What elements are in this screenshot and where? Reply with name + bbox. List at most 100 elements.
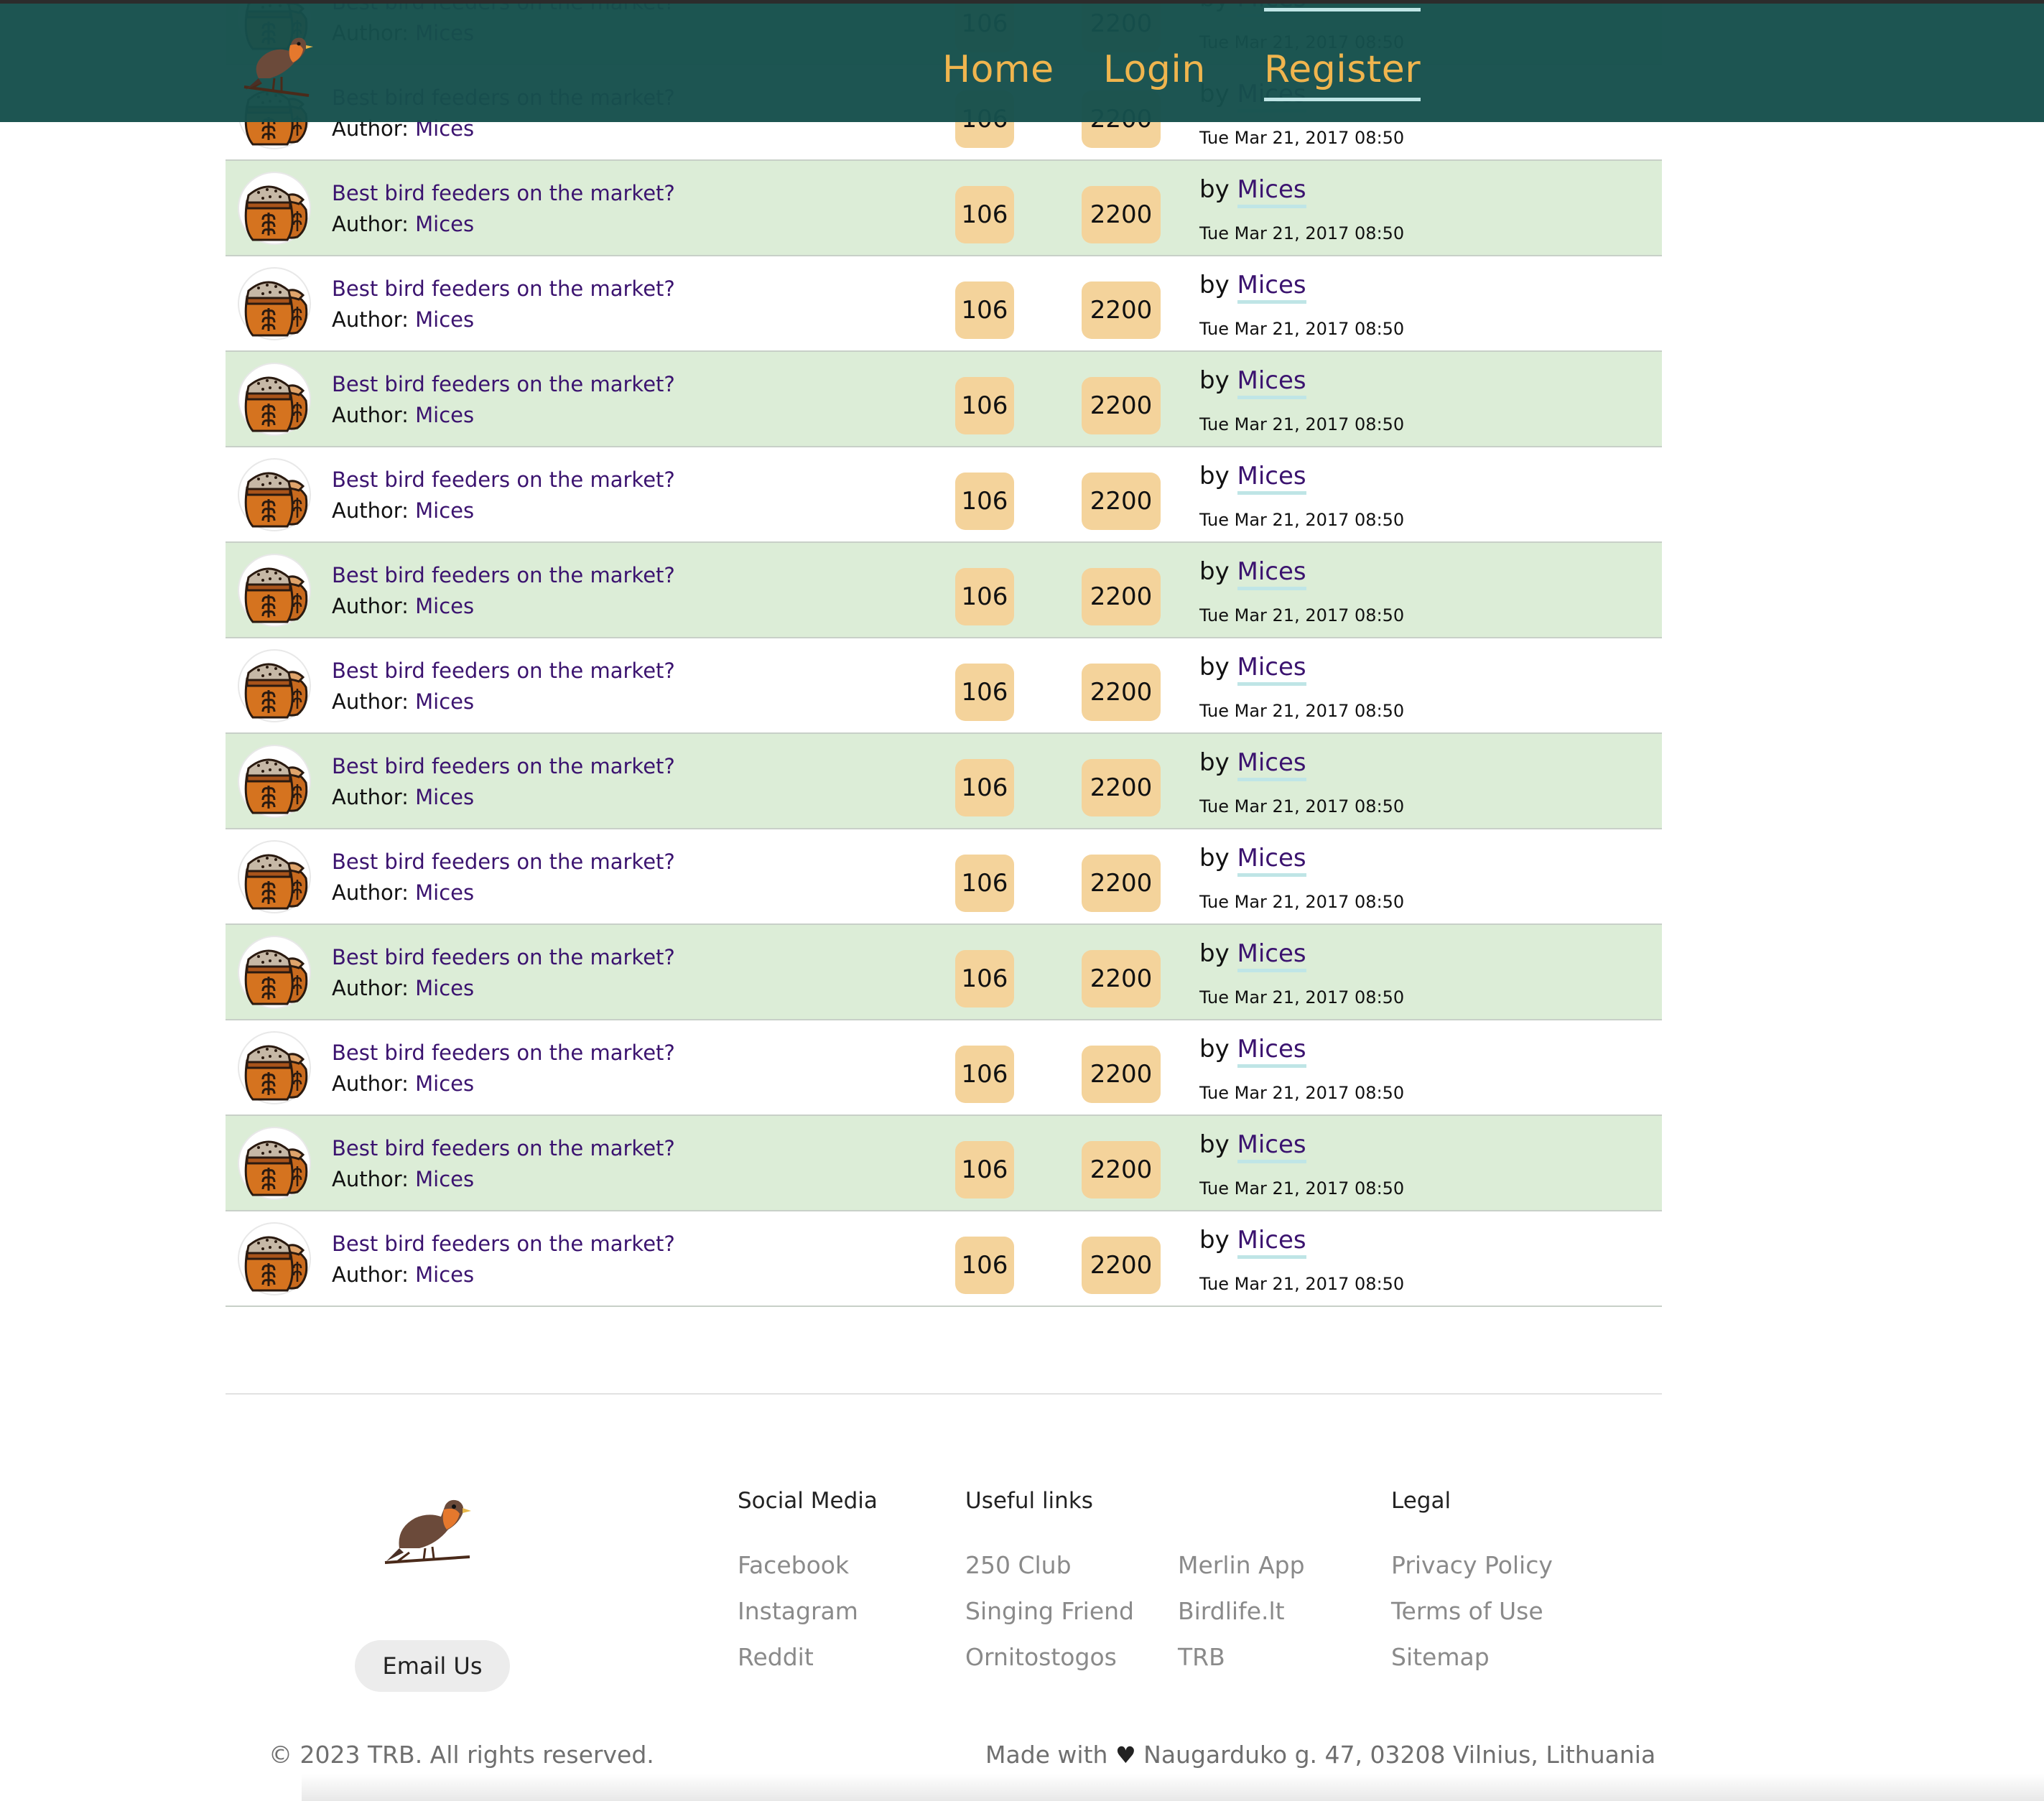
author-link[interactable]: Mices (415, 498, 474, 523)
topic-author: Author: Mices (332, 212, 474, 236)
replies-count-badge: 106 (955, 1237, 1014, 1294)
footer-link-250-club[interactable]: 250 Club (965, 1551, 1072, 1579)
topic-title-link[interactable]: Best bird feeders on the market? (332, 658, 675, 683)
author-link[interactable]: Mices (415, 212, 474, 236)
last-post-by: by Mices (1199, 175, 1306, 208)
author-link[interactable]: Mices (415, 307, 474, 332)
topic-row: Best bird feeders on the market? Author:… (226, 256, 1662, 352)
footer-link-singing-friend[interactable]: Singing Friend (965, 1597, 1134, 1625)
last-post-user-link[interactable]: Mices (1237, 1035, 1306, 1068)
last-post-user-link[interactable]: Mices (1237, 653, 1306, 686)
seed-sack-icon (238, 1222, 311, 1295)
footer-link-facebook[interactable]: Facebook (738, 1551, 849, 1579)
author-link[interactable]: Mices (415, 403, 474, 427)
topic-title-link[interactable]: Best bird feeders on the market? (332, 945, 675, 969)
topic-row: Best bird feeders on the market? Author:… (226, 1116, 1662, 1211)
replies-count-badge: 106 (955, 377, 1014, 434)
footer-link-instagram[interactable]: Instagram (738, 1597, 858, 1625)
footer-link-merlin-app[interactable]: Merlin App (1178, 1551, 1305, 1579)
author-link[interactable]: Mices (415, 594, 474, 618)
robin-bird-icon[interactable] (237, 21, 316, 107)
by-label: by (1199, 1035, 1230, 1064)
topic-title-link[interactable]: Best bird feeders on the market? (332, 754, 675, 778)
author-label: Author: (332, 1167, 409, 1191)
last-post-date: Tue Mar 21, 2017 08:50 (1199, 128, 1405, 148)
useful-links-heading: Useful links (965, 1488, 1093, 1514)
last-post-user-link[interactable]: Mices (1237, 1226, 1306, 1259)
author-link[interactable]: Mices (415, 689, 474, 714)
topic-title-link[interactable]: Best bird feeders on the market? (332, 467, 675, 492)
topic-row: Best bird feeders on the market? Author:… (226, 1020, 1662, 1116)
topic-title-link[interactable]: Best bird feeders on the market? (332, 276, 675, 301)
last-post-user-link[interactable]: Mices (1237, 748, 1306, 781)
views-count-badge: 2200 (1082, 664, 1161, 721)
author-link[interactable]: Mices (415, 880, 474, 905)
nav-register[interactable]: Register (1264, 8, 1421, 101)
topic-row: Best bird feeders on the market? Author:… (226, 352, 1662, 447)
last-post-user-link[interactable]: Mices (1237, 1130, 1306, 1163)
nav-login[interactable]: Login (1103, 48, 1206, 91)
topic-author: Author: Mices (332, 1167, 474, 1191)
last-post-user-link[interactable]: Mices (1237, 366, 1306, 399)
topic-author: Author: Mices (332, 785, 474, 809)
by-label: by (1199, 1226, 1230, 1255)
views-count-badge: 2200 (1082, 1046, 1161, 1103)
topic-title-link[interactable]: Best bird feeders on the market? (332, 372, 675, 396)
footer-link-sitemap[interactable]: Sitemap (1391, 1643, 1490, 1671)
top-navigation-bar: Home Login Register (0, 0, 2044, 122)
replies-count-badge: 106 (955, 568, 1014, 625)
topic-author: Author: Mices (332, 1262, 474, 1287)
views-count-badge: 2200 (1082, 1141, 1161, 1199)
nav-home[interactable]: Home (942, 48, 1054, 91)
footer-link-reddit[interactable]: Reddit (738, 1643, 814, 1671)
topic-row: Best bird feeders on the market? Author:… (226, 734, 1662, 829)
author-label: Author: (332, 880, 409, 905)
topic-title-link[interactable]: Best bird feeders on the market? (332, 1136, 675, 1160)
footer-link-privacy-policy[interactable]: Privacy Policy (1391, 1551, 1553, 1579)
made-with-line: Made with ♥ Naugarduko g. 47, 03208 Viln… (985, 1741, 1655, 1769)
last-post-date: Tue Mar 21, 2017 08:50 (1199, 1274, 1405, 1294)
topic-title-link[interactable]: Best bird feeders on the market? (332, 850, 675, 874)
last-post-user-link[interactable]: Mices (1237, 175, 1306, 208)
by-label: by (1199, 557, 1230, 586)
footer-link-birdlife[interactable]: Birdlife.lt (1178, 1597, 1285, 1625)
author-link[interactable]: Mices (415, 1167, 474, 1191)
views-count-badge: 2200 (1082, 281, 1161, 339)
replies-count-badge: 106 (955, 281, 1014, 339)
last-post-user-link[interactable]: Mices (1237, 462, 1306, 495)
robin-bird-icon[interactable] (381, 1478, 474, 1571)
footer-link-terms-of-use[interactable]: Terms of Use (1391, 1597, 1543, 1625)
last-post-user-link[interactable]: Mices (1237, 557, 1306, 590)
last-post-date: Tue Mar 21, 2017 08:50 (1199, 1083, 1405, 1103)
address-text: Naugarduko g. 47, 03208 Vilnius, Lithuan… (1143, 1741, 1656, 1769)
topic-row: Best bird feeders on the market? Author:… (226, 543, 1662, 638)
last-post-date: Tue Mar 21, 2017 08:50 (1199, 223, 1405, 243)
views-count-badge: 2200 (1082, 377, 1161, 434)
seed-sack-icon (238, 745, 311, 818)
last-post-date: Tue Mar 21, 2017 08:50 (1199, 701, 1405, 721)
topic-row: Best bird feeders on the market? Author:… (226, 925, 1662, 1020)
topic-row: Best bird feeders on the market? Author:… (226, 161, 1662, 256)
views-count-badge: 2200 (1082, 855, 1161, 912)
author-link[interactable]: Mices (415, 785, 474, 809)
by-label: by (1199, 1130, 1230, 1159)
by-label: by (1199, 271, 1230, 299)
author-link[interactable]: Mices (415, 1071, 474, 1096)
last-post-user-link[interactable]: Mices (1237, 844, 1306, 877)
footer-link-ornitostogos[interactable]: Ornitostogos (965, 1643, 1117, 1671)
last-post-user-link[interactable]: Mices (1237, 939, 1306, 972)
views-count-badge: 2200 (1082, 1237, 1161, 1294)
topic-title-link[interactable]: Best bird feeders on the market? (332, 563, 675, 587)
topic-author: Author: Mices (332, 976, 474, 1000)
author-link[interactable]: Mices (415, 1262, 474, 1287)
topic-title-link[interactable]: Best bird feeders on the market? (332, 1232, 675, 1256)
footer-link-trb[interactable]: TRB (1178, 1643, 1225, 1671)
author-link[interactable]: Mices (415, 976, 474, 1000)
topic-title-link[interactable]: Best bird feeders on the market? (332, 181, 675, 205)
topic-title-link[interactable]: Best bird feeders on the market? (332, 1041, 675, 1065)
last-post-user-link[interactable]: Mices (1237, 271, 1306, 304)
seed-sack-icon (238, 649, 311, 722)
last-post-by: by Mices (1199, 462, 1306, 495)
email-us-button[interactable]: Email Us (355, 1640, 510, 1692)
views-count-badge: 2200 (1082, 759, 1161, 816)
